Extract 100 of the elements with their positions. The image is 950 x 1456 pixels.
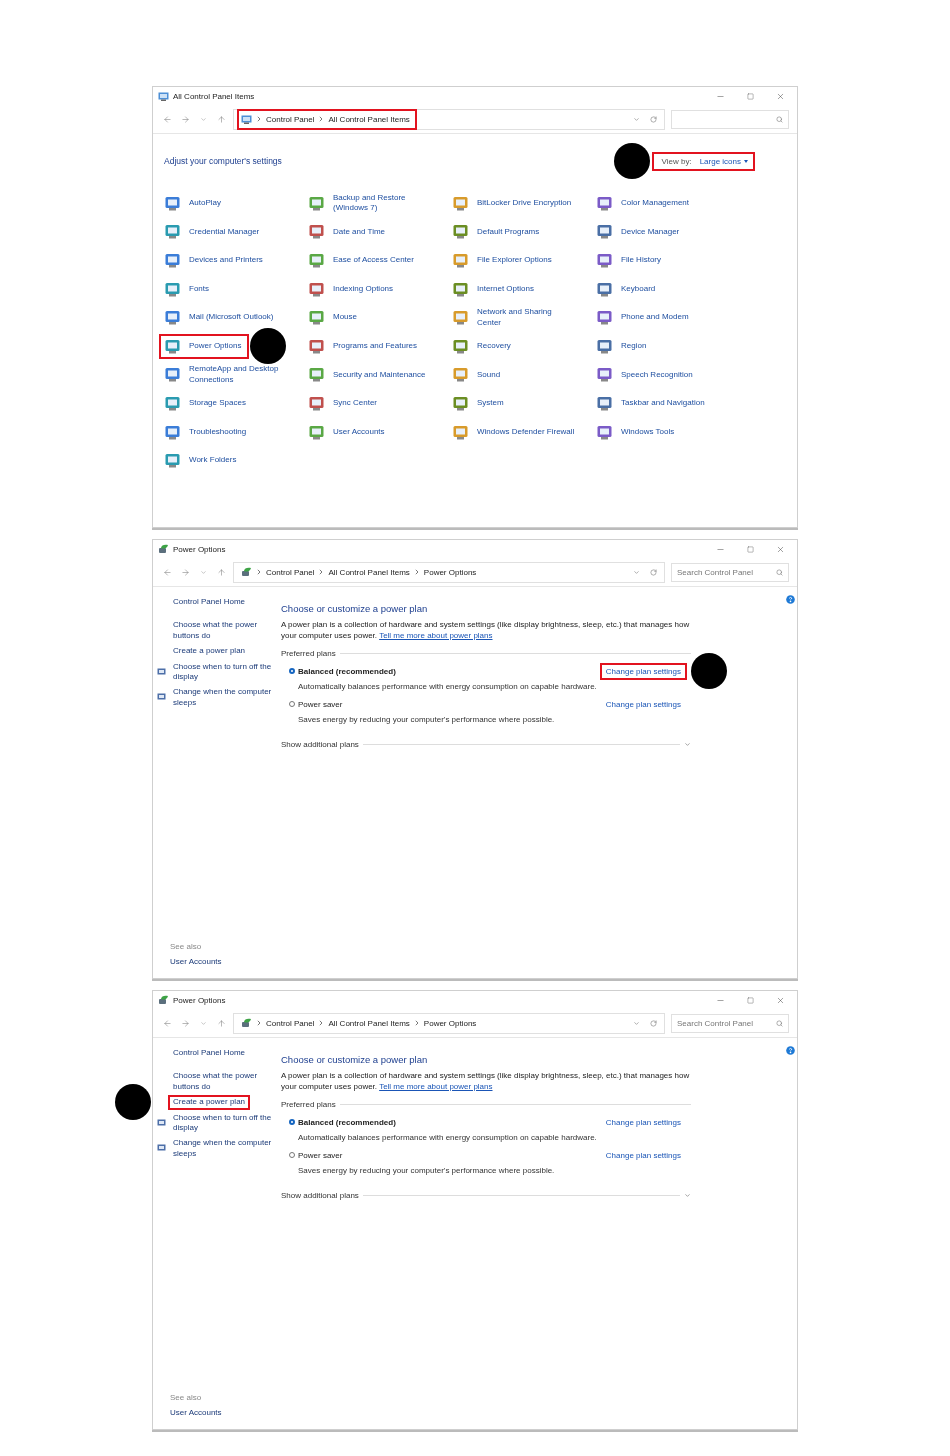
breadcrumb-item[interactable]: All Control Panel Items bbox=[328, 1018, 410, 1028]
expand-icon[interactable] bbox=[684, 1191, 691, 1199]
breadcrumb-item[interactable]: All Control Panel Items bbox=[328, 114, 410, 124]
close-icon[interactable] bbox=[775, 995, 785, 1005]
plan-radio[interactable] bbox=[289, 668, 295, 675]
sidebar-link[interactable]: Create a power plan bbox=[170, 646, 249, 657]
applet-link[interactable]: User Accounts bbox=[305, 421, 391, 443]
view-dropdown[interactable]: Large icons bbox=[699, 156, 748, 166]
dropdown-icon[interactable] bbox=[632, 1019, 640, 1027]
breadcrumb-item[interactable]: Power Options bbox=[423, 567, 477, 577]
forward-icon[interactable] bbox=[180, 114, 190, 124]
sidebar-link[interactable]: Change when the computer sleeps bbox=[170, 687, 277, 709]
breadcrumb-item[interactable]: Control Panel bbox=[266, 1018, 315, 1028]
applet-link[interactable]: Region bbox=[593, 335, 653, 357]
see-also-link[interactable]: User Accounts bbox=[170, 1408, 277, 1417]
applet-link[interactable]: Power Options bbox=[161, 335, 248, 357]
maximize-icon[interactable] bbox=[746, 545, 754, 553]
applet-link[interactable]: Date and Time bbox=[305, 221, 392, 243]
applet-link[interactable]: Windows Defender Firewall bbox=[449, 421, 581, 443]
applet-link[interactable]: Sound bbox=[449, 364, 507, 386]
refresh-icon[interactable] bbox=[649, 115, 657, 123]
learn-more-link[interactable]: Tell me more about power plans bbox=[379, 630, 493, 640]
applet-link[interactable]: System bbox=[449, 392, 510, 414]
learn-more-link[interactable]: Tell me more about power plans bbox=[379, 1081, 493, 1091]
applet-link[interactable]: Backup and Restore (Windows 7) bbox=[305, 190, 439, 216]
expand-icon[interactable] bbox=[684, 740, 691, 748]
applet-link[interactable]: Recovery bbox=[449, 335, 517, 357]
applet-link[interactable]: File History bbox=[593, 250, 667, 271]
applet-link[interactable]: Color Management bbox=[593, 192, 696, 214]
applet-link[interactable]: Fonts bbox=[161, 278, 215, 300]
applet-link[interactable]: BitLocker Drive Encryption bbox=[449, 192, 578, 214]
breadcrumb-item[interactable]: All Control Panel Items bbox=[328, 567, 410, 577]
breadcrumb-item[interactable]: Control Panel bbox=[266, 567, 315, 577]
address-bar[interactable]: Control Panel All Control Panel Items Power Options bbox=[233, 1012, 665, 1034]
applet-link[interactable]: Security and Maintenance bbox=[305, 364, 432, 386]
search-field[interactable]: Search Control Panel bbox=[671, 1013, 789, 1033]
applet-link[interactable]: Internet Options bbox=[449, 278, 540, 300]
close-icon[interactable] bbox=[775, 544, 785, 554]
search-field[interactable] bbox=[671, 109, 789, 129]
refresh-icon[interactable] bbox=[649, 1019, 657, 1027]
applet-link[interactable]: AutoPlay bbox=[161, 192, 228, 214]
applet-link[interactable]: Mail (Microsoft Outlook) bbox=[161, 307, 280, 329]
applet-link[interactable]: Speech Recognition bbox=[593, 364, 699, 386]
applet-link[interactable]: Windows Tools bbox=[593, 421, 681, 443]
search-field[interactable]: Search Control Panel bbox=[671, 562, 789, 582]
applet-link[interactable]: Sync Center bbox=[305, 392, 384, 414]
up-icon[interactable] bbox=[216, 1018, 226, 1028]
see-also-link[interactable]: User Accounts bbox=[170, 957, 277, 966]
applet-link[interactable]: Troubleshooting bbox=[161, 421, 253, 443]
recent-dropdown-icon[interactable] bbox=[199, 115, 207, 123]
change-plan-link[interactable]: Change plan settings bbox=[601, 1148, 685, 1162]
close-icon[interactable] bbox=[775, 91, 785, 101]
recent-dropdown-icon[interactable] bbox=[199, 1019, 207, 1027]
up-icon[interactable] bbox=[216, 567, 226, 577]
refresh-icon[interactable] bbox=[649, 568, 657, 576]
forward-icon[interactable] bbox=[180, 567, 190, 577]
applet-link[interactable]: Work Folders bbox=[161, 450, 243, 472]
applet-link[interactable]: Devices and Printers bbox=[161, 250, 269, 271]
sidebar-link[interactable]: Choose when to turn off the display bbox=[170, 661, 277, 683]
up-icon[interactable] bbox=[216, 114, 226, 124]
applet-link[interactable]: Indexing Options bbox=[305, 278, 400, 300]
applet-link[interactable]: RemoteApp and Desktop Connections bbox=[161, 362, 295, 388]
applet-link[interactable]: Keyboard bbox=[593, 278, 662, 300]
applet-link[interactable]: Phone and Modem bbox=[593, 307, 695, 329]
recent-dropdown-icon[interactable] bbox=[199, 568, 207, 576]
sidebar-link[interactable]: Control Panel Home bbox=[170, 1048, 249, 1059]
sidebar-link[interactable]: Choose when to turn off the display bbox=[170, 1112, 277, 1134]
maximize-icon[interactable] bbox=[746, 996, 754, 1004]
back-icon[interactable] bbox=[162, 1018, 172, 1028]
help-icon[interactable] bbox=[786, 595, 795, 604]
sidebar-link[interactable]: Create a power plan bbox=[170, 1097, 249, 1108]
plan-radio[interactable] bbox=[289, 1119, 295, 1126]
applet-link[interactable]: Storage Spaces bbox=[161, 392, 252, 414]
applet-link[interactable]: Programs and Features bbox=[305, 335, 424, 357]
address-bar[interactable]: Control Panel All Control Panel Items Power Options bbox=[233, 561, 665, 583]
change-plan-link[interactable]: Change plan settings bbox=[601, 664, 685, 678]
applet-link[interactable]: Credential Manager bbox=[161, 221, 266, 243]
back-icon[interactable] bbox=[162, 567, 172, 577]
change-plan-link[interactable]: Change plan settings bbox=[601, 697, 685, 711]
applet-link[interactable]: Mouse bbox=[305, 307, 363, 329]
sidebar-link[interactable]: Change when the computer sleeps bbox=[170, 1138, 277, 1160]
show-more-label[interactable]: Show additional plans bbox=[281, 1190, 359, 1200]
forward-icon[interactable] bbox=[180, 1018, 190, 1028]
breadcrumb-item[interactable]: Control Panel bbox=[266, 114, 315, 124]
back-icon[interactable] bbox=[162, 114, 172, 124]
applet-link[interactable]: Taskbar and Navigation bbox=[593, 392, 711, 414]
show-more-label[interactable]: Show additional plans bbox=[281, 739, 359, 749]
address-bar[interactable]: Control Panel All Control Panel Items bbox=[233, 108, 665, 130]
change-plan-link[interactable]: Change plan settings bbox=[601, 1115, 685, 1129]
maximize-icon[interactable] bbox=[746, 92, 754, 100]
dropdown-icon[interactable] bbox=[632, 115, 640, 123]
applet-link[interactable]: Device Manager bbox=[593, 221, 686, 243]
sidebar-link[interactable]: Choose what the power buttons do bbox=[170, 1071, 277, 1093]
applet-link[interactable]: Ease of Access Center bbox=[305, 250, 420, 271]
sidebar-link[interactable]: Control Panel Home bbox=[170, 597, 249, 608]
applet-link[interactable]: File Explorer Options bbox=[449, 250, 558, 271]
applet-link[interactable]: Network and Sharing Center bbox=[449, 305, 583, 331]
sidebar-link[interactable]: Choose what the power buttons do bbox=[170, 620, 277, 642]
help-icon[interactable] bbox=[786, 1046, 795, 1055]
breadcrumb-item[interactable]: Power Options bbox=[423, 1018, 477, 1028]
